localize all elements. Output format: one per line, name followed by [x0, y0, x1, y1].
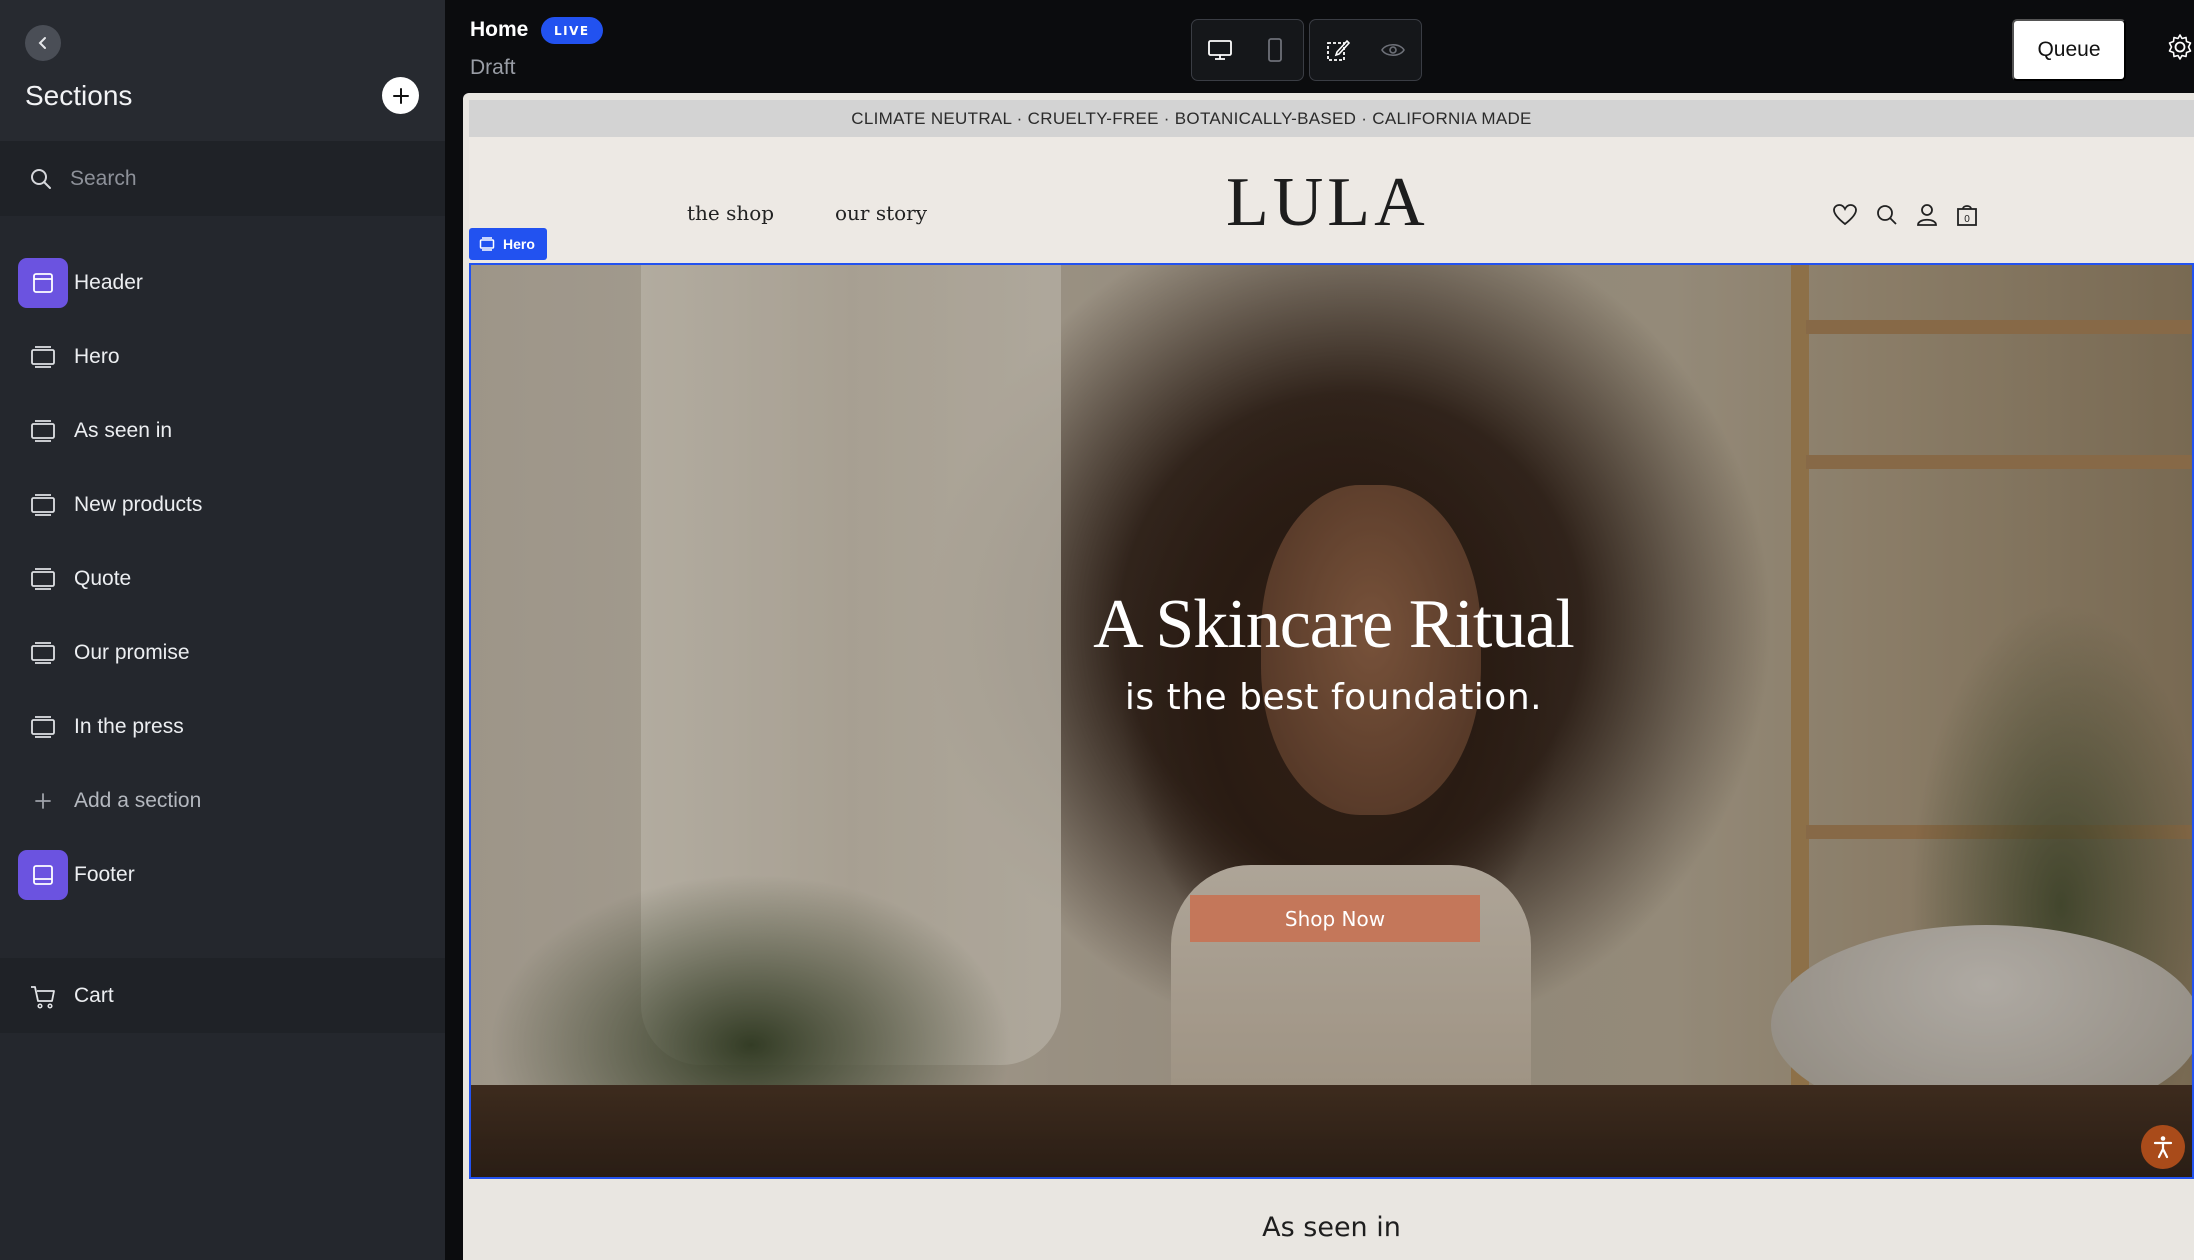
hero-section-tag[interactable]: Hero — [469, 228, 547, 260]
accessibility-icon — [2153, 1136, 2173, 1159]
search-icon — [31, 168, 51, 189]
sidebar-item-in-the-press[interactable]: In the press — [0, 690, 445, 764]
sidebar-item-label: Quote — [74, 567, 132, 590]
cart-label: Cart — [74, 983, 114, 1007]
page-title[interactable]: Home — [470, 18, 528, 42]
section-icon — [18, 480, 68, 530]
sidebar-item-cart[interactable]: Cart — [0, 958, 445, 1033]
mobile-icon — [1268, 38, 1283, 62]
hero-title: A Skincare Ritual — [1093, 586, 1575, 663]
queue-button[interactable]: Queue — [2012, 19, 2126, 81]
sidebar-title: Sections — [25, 80, 133, 111]
gear-icon — [2168, 34, 2192, 60]
sidebar-item-label: Footer — [74, 863, 135, 886]
section-icon — [18, 332, 68, 382]
nav-link-shop[interactable]: the shop — [687, 201, 774, 225]
desktop-icon — [1207, 40, 1232, 60]
add-section-link[interactable]: Add a section — [0, 764, 445, 838]
mobile-view-button[interactable] — [1248, 19, 1304, 81]
edit-mode-button[interactable] — [1310, 19, 1366, 81]
sidebar-item-our-promise[interactable]: Our promise — [0, 616, 445, 690]
section-list: Header Hero As seen in New products Quot… — [0, 216, 445, 912]
eye-icon — [1381, 43, 1406, 57]
sidebar-item-quote[interactable]: Quote — [0, 542, 445, 616]
back-button[interactable] — [25, 25, 61, 61]
nav-link-story[interactable]: our story — [835, 201, 927, 225]
section-icon — [18, 702, 68, 752]
section-icon — [18, 554, 68, 604]
sidebar-item-new-products[interactable]: New products — [0, 468, 445, 542]
plus-icon — [392, 87, 409, 104]
status-badge: LIVE — [541, 17, 603, 44]
sidebar-item-as-seen-in[interactable]: As seen in — [0, 394, 445, 468]
draft-label: Draft — [470, 56, 516, 79]
chevron-left-icon — [38, 37, 46, 49]
hero-section[interactable]: A Skincare Ritual is the best foundation… — [469, 263, 2194, 1179]
sidebar-search — [0, 141, 445, 216]
accessibility-button[interactable] — [2141, 1125, 2185, 1169]
device-toggle — [1191, 19, 1304, 81]
preview-canvas: CLIMATE NEUTRAL · CRUELTY-FREE · BOTANIC… — [463, 93, 2194, 1260]
search-input[interactable] — [70, 166, 400, 191]
search-icon[interactable] — [1875, 203, 1899, 227]
editor-topbar: Home LIVE Draft Queue — [445, 0, 2194, 95]
desktop-view-button[interactable] — [1192, 19, 1248, 81]
section-icon — [479, 237, 495, 251]
heart-icon[interactable] — [1832, 203, 1858, 227]
sidebar-item-label: Header — [74, 271, 143, 294]
bag-icon[interactable]: 0 — [1955, 203, 1979, 227]
sidebar-item-label: New products — [74, 493, 203, 516]
hero-tag-label: Hero — [503, 236, 535, 252]
hero-overlay — [471, 265, 2192, 1177]
sections-sidebar: Sections Header Hero — [0, 0, 445, 1260]
announcement-text: CLIMATE NEUTRAL · CRUELTY-FREE · BOTANIC… — [851, 108, 1532, 128]
header-icons: 0 — [1832, 203, 1979, 227]
as-seen-in-section[interactable]: As seen in — [469, 1180, 2194, 1260]
sidebar-item-label: As seen in — [74, 419, 173, 442]
header-layout-icon — [18, 258, 68, 308]
sidebar-item-label: In the press — [74, 715, 184, 738]
add-section-button[interactable] — [382, 77, 419, 114]
site-header[interactable]: the shop our story LULA 0 — [469, 137, 2194, 263]
sidebar-item-label: Hero — [74, 345, 120, 368]
mode-toggle — [1309, 19, 1422, 81]
section-title: As seen in — [1262, 1212, 1401, 1243]
hero-subtitle: is the best foundation. — [1124, 677, 1543, 718]
editor-app: Sections Header Hero — [0, 0, 2194, 1260]
settings-button[interactable] — [2165, 32, 2194, 66]
cart-icon — [18, 971, 68, 1021]
sidebar-item-footer[interactable]: Footer — [0, 838, 445, 912]
preview-button[interactable] — [1366, 19, 1422, 81]
sidebar-header: Sections — [0, 0, 445, 141]
shop-now-button[interactable]: Shop Now — [1190, 895, 1480, 942]
section-icon — [18, 628, 68, 678]
cart-count: 0 — [1964, 214, 1970, 225]
footer-layout-icon — [18, 850, 68, 900]
sidebar-item-label: Our promise — [74, 641, 190, 664]
sidebar-item-header[interactable]: Header — [0, 246, 445, 320]
account-icon[interactable] — [1916, 203, 1938, 227]
section-icon — [18, 406, 68, 456]
edit-icon — [1326, 39, 1350, 61]
sidebar-item-hero[interactable]: Hero — [0, 320, 445, 394]
site-logo[interactable]: LULA — [1226, 163, 1429, 243]
sidebar-item-label: Add a section — [74, 789, 202, 812]
plus-icon — [18, 776, 68, 826]
announcement-bar: CLIMATE NEUTRAL · CRUELTY-FREE · BOTANIC… — [469, 100, 2194, 137]
